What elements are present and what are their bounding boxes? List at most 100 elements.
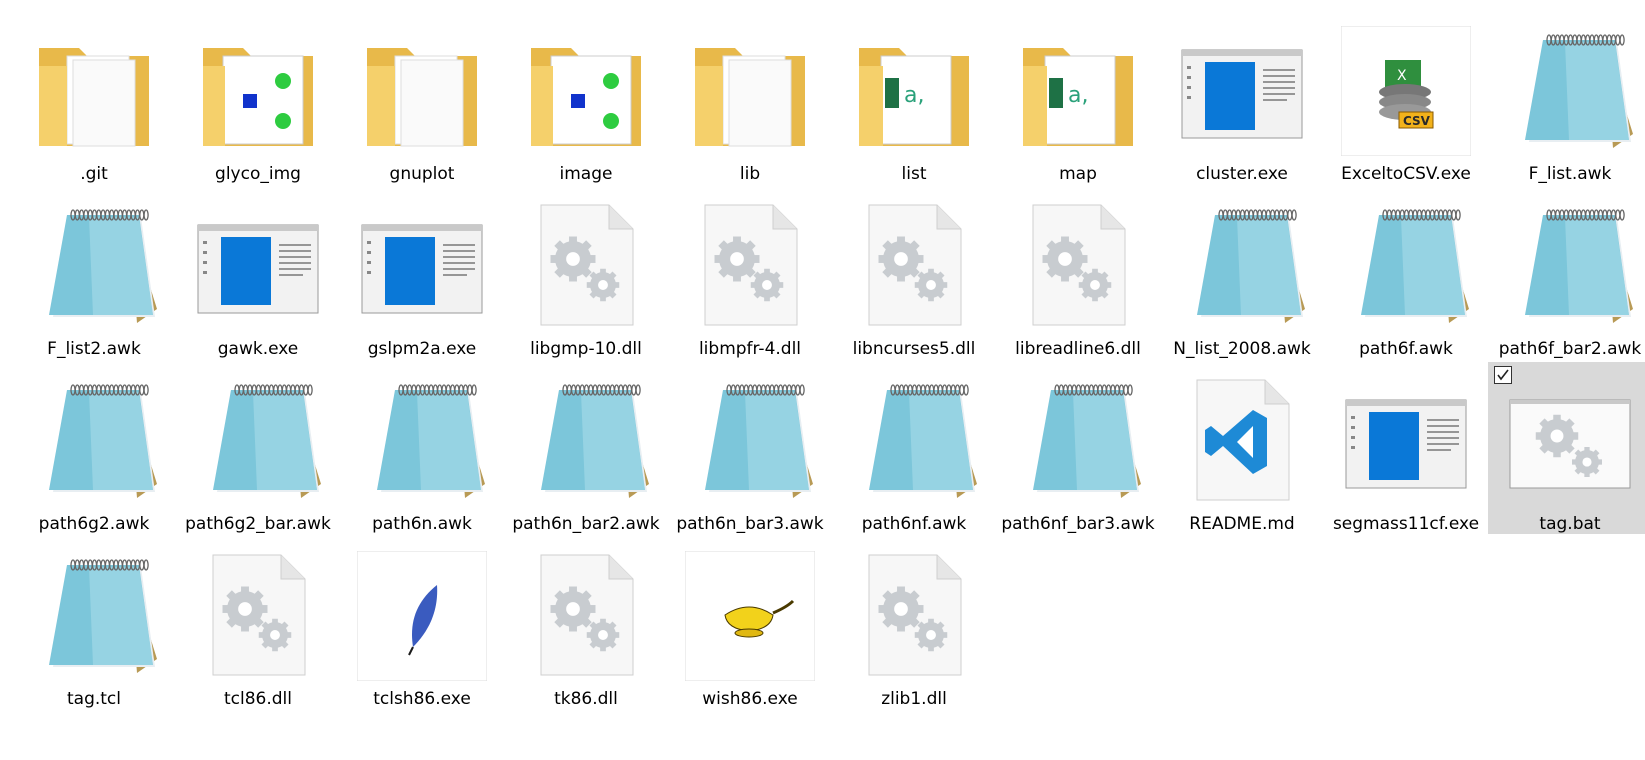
gear-document-icon — [832, 187, 996, 335]
file-item[interactable]: N_list_2008.awk — [1160, 187, 1324, 359]
file-item[interactable]: F_list.awk — [1488, 12, 1645, 184]
file-item[interactable]: lib — [668, 12, 832, 184]
file-name-label: path6f_bar2.awk — [1498, 339, 1642, 359]
file-item[interactable]: path6g2_bar.awk — [176, 362, 340, 534]
svg-text:X: X — [1397, 68, 1407, 84]
selection-checkbox[interactable] — [1494, 366, 1512, 384]
file-name-label: lib — [739, 164, 761, 184]
file-name-label: path6n.awk — [372, 514, 472, 534]
file-item[interactable]: libmpfr-4.dll — [668, 187, 832, 359]
file-name-label: path6g2_bar.awk — [185, 514, 331, 534]
file-name-label: gnuplot — [389, 164, 455, 184]
file-item[interactable]: path6f_bar2.awk — [1488, 187, 1645, 359]
folder-image-icon — [176, 12, 340, 160]
gear-document-icon — [504, 537, 668, 685]
file-name-label: tag.tcl — [66, 689, 121, 709]
exe-window-icon — [176, 187, 340, 335]
file-item[interactable]: glyco_img — [176, 12, 340, 184]
file-name-label: README.md — [1189, 514, 1295, 534]
file-item[interactable]: cluster.exe — [1160, 12, 1324, 184]
file-item[interactable]: tclsh86.exe — [340, 537, 504, 709]
feather-app-icon — [340, 537, 504, 685]
file-item[interactable]: tag.bat — [1488, 362, 1645, 534]
file-item[interactable]: gnuplot — [340, 12, 504, 184]
file-item[interactable]: tk86.dll — [504, 537, 668, 709]
notepad-icon — [340, 362, 504, 510]
file-item[interactable]: path6f.awk — [1324, 187, 1488, 359]
notepad-icon — [176, 362, 340, 510]
file-name-label: path6f.awk — [1359, 339, 1453, 359]
excel-csv-app-icon: X CSV — [1324, 12, 1488, 160]
file-item[interactable]: a, list — [832, 12, 996, 184]
file-item[interactable]: path6n_bar2.awk — [504, 362, 668, 534]
file-item[interactable]: libgmp-10.dll — [504, 187, 668, 359]
file-item[interactable]: gslpm2a.exe — [340, 187, 504, 359]
file-item[interactable]: path6n_bar3.awk — [668, 362, 832, 534]
file-name-label: glyco_img — [215, 164, 301, 184]
file-item[interactable]: path6g2.awk — [12, 362, 176, 534]
file-item[interactable]: a, map — [996, 12, 1160, 184]
file-item[interactable]: path6nf_bar3.awk — [996, 362, 1160, 534]
file-item[interactable]: zlib1.dll — [832, 537, 996, 709]
file-name-label: tag.bat — [1539, 514, 1601, 534]
exe-window-icon — [1324, 362, 1488, 510]
file-item[interactable]: F_list2.awk — [12, 187, 176, 359]
file-item[interactable]: README.md — [1160, 362, 1324, 534]
file-name-label: segmass11cf.exe — [1332, 514, 1480, 534]
file-item[interactable]: libreadline6.dll — [996, 187, 1160, 359]
file-item[interactable]: .git — [12, 12, 176, 184]
folder-icon — [340, 12, 504, 160]
notepad-icon — [1488, 187, 1645, 335]
gear-window-icon — [1488, 362, 1645, 510]
file-name-label: F_list2.awk — [47, 339, 141, 359]
notepad-icon — [1160, 187, 1324, 335]
gear-document-icon — [504, 187, 668, 335]
svg-text:a,: a, — [904, 83, 924, 108]
exe-window-icon — [1160, 12, 1324, 160]
file-item[interactable]: image — [504, 12, 668, 184]
file-name-label: image — [559, 164, 613, 184]
file-item[interactable]: libncurses5.dll — [832, 187, 996, 359]
file-name-label: tcl86.dll — [223, 689, 292, 709]
file-name-label: path6n_bar2.awk — [512, 514, 660, 534]
svg-text:a,: a, — [1068, 83, 1088, 108]
file-name-label: tclsh86.exe — [373, 689, 471, 709]
folder-excel-icon: a, — [996, 12, 1160, 160]
file-name-label: wish86.exe — [702, 689, 798, 709]
file-name-label: libmpfr-4.dll — [698, 339, 802, 359]
file-item[interactable]: gawk.exe — [176, 187, 340, 359]
file-item[interactable]: segmass11cf.exe — [1324, 362, 1488, 534]
gear-document-icon — [996, 187, 1160, 335]
file-item[interactable]: path6nf.awk — [832, 362, 996, 534]
file-name-label: F_list.awk — [1528, 164, 1612, 184]
file-name-label: N_list_2008.awk — [1173, 339, 1311, 359]
file-item[interactable]: X CSV ExceltoCSV.exe — [1324, 12, 1488, 184]
file-name-label: libreadline6.dll — [1015, 339, 1141, 359]
file-name-label: cluster.exe — [1196, 164, 1288, 184]
notepad-icon — [996, 362, 1160, 510]
gear-document-icon — [832, 537, 996, 685]
file-name-label: ExceltoCSV.exe — [1341, 164, 1471, 184]
file-item[interactable]: wish86.exe — [668, 537, 832, 709]
folder-excel-icon: a, — [832, 12, 996, 160]
file-name-label: libncurses5.dll — [852, 339, 976, 359]
vscode-document-icon — [1160, 362, 1324, 510]
notepad-icon — [1488, 12, 1645, 160]
file-item[interactable]: path6n.awk — [340, 362, 504, 534]
file-name-label: path6nf.awk — [861, 514, 967, 534]
lamp-app-icon — [668, 537, 832, 685]
notepad-icon — [12, 362, 176, 510]
folder-icon — [668, 12, 832, 160]
file-name-label: list — [901, 164, 927, 184]
file-name-label: .git — [80, 164, 108, 184]
file-item[interactable]: tcl86.dll — [176, 537, 340, 709]
file-name-label: zlib1.dll — [881, 689, 947, 709]
file-name-label: tk86.dll — [554, 689, 618, 709]
notepad-icon — [504, 362, 668, 510]
notepad-icon — [12, 537, 176, 685]
file-name-label: gawk.exe — [217, 339, 299, 359]
notepad-icon — [668, 362, 832, 510]
file-item[interactable]: tag.tcl — [12, 537, 176, 709]
file-name-label: path6n_bar3.awk — [676, 514, 824, 534]
notepad-icon — [1324, 187, 1488, 335]
